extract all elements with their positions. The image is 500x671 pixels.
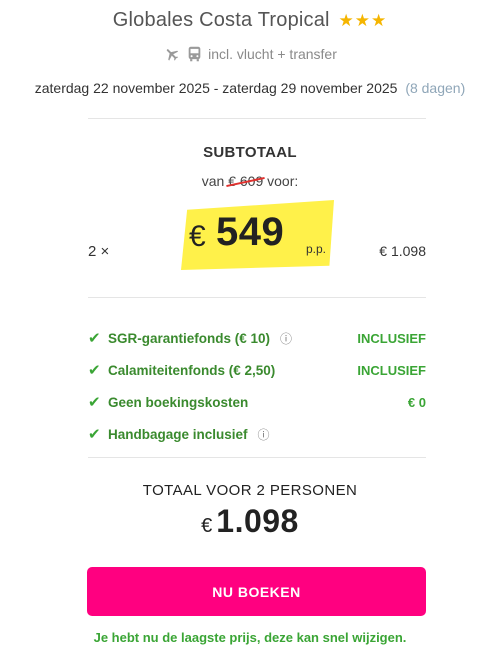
line-total: € 1.098 bbox=[379, 243, 426, 259]
feature-value: INCLUSIEF bbox=[357, 330, 426, 346]
feature-label: Calamiteitenfonds (€ 2,50) bbox=[108, 362, 276, 378]
book-now-button[interactable]: NU BOEKEN bbox=[87, 567, 426, 616]
old-price-line: van € 609 voor: bbox=[0, 173, 500, 189]
from-prefix: van bbox=[201, 173, 225, 189]
feature-item: ✔ SGR-garantiefonds (€ 10) ⓘ INCLUSIEF bbox=[88, 322, 426, 354]
info-icon[interactable]: ⓘ bbox=[258, 426, 270, 443]
feature-label: Handbagage inclusief bbox=[108, 426, 248, 442]
travel-dates: zaterdag 22 november 2025 - zaterdag 29 … bbox=[0, 80, 500, 96]
feature-item: ✔ Geen boekingskosten € 0 bbox=[88, 386, 426, 418]
check-icon: ✔ bbox=[88, 330, 101, 347]
divider bbox=[88, 118, 426, 119]
trip-duration: (8 dagen) bbox=[405, 80, 466, 96]
check-icon: ✔ bbox=[88, 362, 101, 379]
total-amount: 1.098 bbox=[216, 503, 299, 539]
info-icon[interactable]: ⓘ bbox=[280, 330, 292, 347]
feature-list: ✔ SGR-garantiefonds (€ 10) ⓘ INCLUSIEF ✔… bbox=[88, 322, 426, 450]
feature-value: INCLUSIEF bbox=[357, 362, 426, 378]
old-price: € 609 bbox=[228, 173, 264, 189]
plane-icon bbox=[163, 46, 181, 62]
feature-label: SGR-garantiefonds (€ 10) bbox=[108, 330, 271, 346]
divider bbox=[88, 297, 426, 298]
check-icon: ✔ bbox=[88, 394, 101, 411]
divider bbox=[88, 457, 426, 458]
price-amount: 549 bbox=[216, 210, 285, 254]
subtotal-heading: SUBTOTAAL bbox=[203, 144, 297, 161]
per-person-label: p.p. bbox=[306, 242, 327, 256]
check-icon: ✔ bbox=[88, 426, 101, 443]
date-range: zaterdag 22 november 2025 - zaterdag 29 … bbox=[34, 80, 398, 96]
feature-value: € 0 bbox=[407, 394, 426, 410]
total-currency: € bbox=[201, 515, 213, 537]
lowest-price-note: Je hebt nu de laagste prijs, deze kan sn… bbox=[93, 630, 407, 645]
hotel-name: Globales Costa Tropical bbox=[112, 9, 330, 31]
price-currency: € bbox=[189, 220, 206, 253]
hotel-title: Globales Costa Tropical ★★★ bbox=[0, 9, 500, 32]
total-price: € 1.098 bbox=[0, 503, 500, 543]
price-per-person: € 549 p.p. bbox=[181, 200, 334, 270]
feature-item: ✔ Handbagage inclusief ⓘ bbox=[88, 418, 426, 450]
feature-label: Geen boekingskosten bbox=[108, 394, 249, 410]
package-info: incl. vlucht + transfer bbox=[0, 46, 500, 62]
star-rating-icon: ★★★ bbox=[338, 11, 388, 30]
person-quantity: 2 × bbox=[88, 243, 110, 260]
feature-item: ✔ Calamiteitenfonds (€ 2,50) INCLUSIEF bbox=[88, 354, 426, 386]
from-suffix: voor: bbox=[267, 173, 299, 189]
bus-icon bbox=[187, 46, 202, 62]
package-included-text: incl. vlucht + transfer bbox=[208, 46, 337, 62]
total-heading: TOTAAL VOOR 2 PERSONEN bbox=[142, 482, 358, 499]
